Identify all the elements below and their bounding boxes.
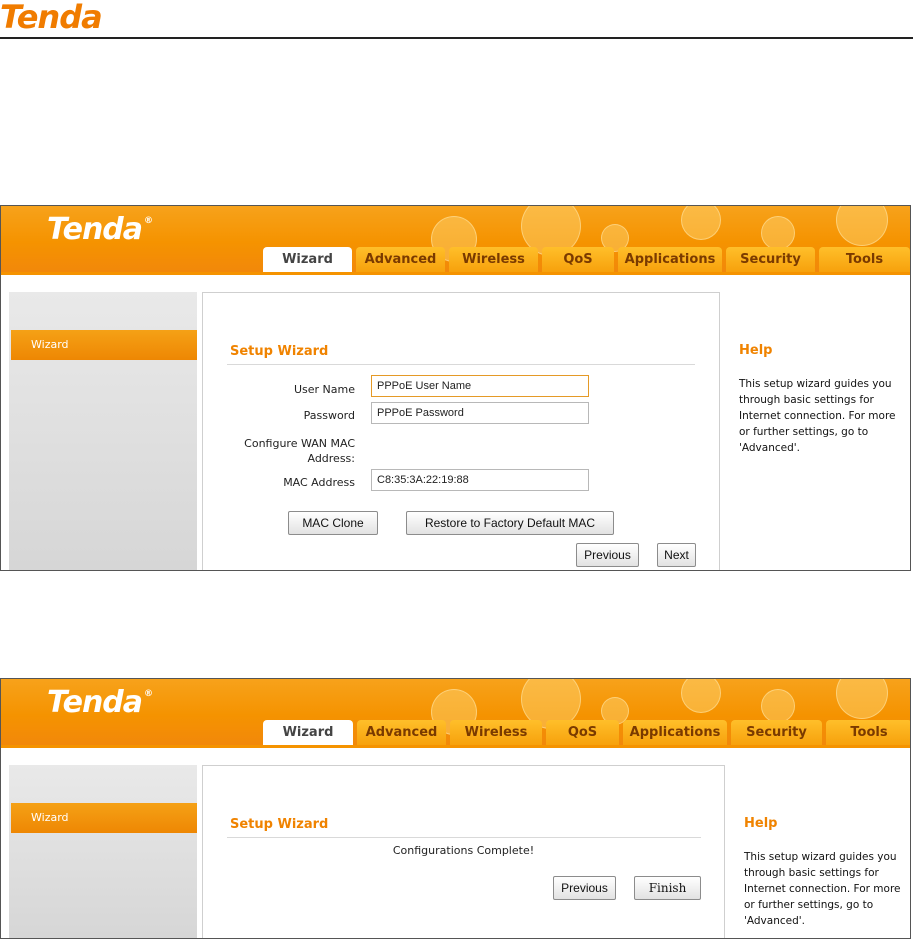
router-wizard-screen-2: Tenda ® Wizard Advanced Wireless QoS Appl… — [0, 678, 911, 939]
tenda-logo: Tenda ® — [47, 685, 153, 720]
banner-bubble-decoration — [836, 679, 888, 719]
main-content: Setup Wizard User Name PPPoE User Name P… — [202, 292, 720, 570]
next-button[interactable]: Next — [657, 543, 696, 567]
configure-wan-mac-label: Configure WAN MAC Address: — [203, 436, 355, 466]
help-title: Help — [744, 816, 778, 831]
configure-wan-mac-label-line2: Address: — [307, 452, 355, 465]
sidebar-item-wizard[interactable]: Wizard — [11, 803, 197, 833]
mac-address-input[interactable]: C8:35:3A:22:19:88 — [371, 469, 589, 491]
tenda-logo: Tenda ® — [47, 212, 153, 247]
restore-factory-mac-button[interactable]: Restore to Factory Default MAC — [406, 511, 614, 535]
help-title: Help — [739, 343, 773, 358]
main-tabs: Wizard Advanced Wireless QoS Application… — [263, 247, 910, 272]
tab-applications[interactable]: Applications — [618, 247, 722, 272]
banner-bubble-decoration — [836, 206, 888, 246]
tab-applications[interactable]: Applications — [623, 720, 727, 745]
help-panel: Help This setup wizard guides you throug… — [720, 292, 910, 570]
tab-qos[interactable]: QoS — [546, 720, 619, 745]
banner-underline — [1, 272, 910, 275]
help-text: This setup wizard guides you through bas… — [744, 851, 901, 927]
mac-address-label: MAC Address — [283, 476, 355, 489]
tab-tools[interactable]: Tools — [819, 247, 910, 272]
tab-wireless[interactable]: Wireless — [450, 720, 542, 745]
section-divider — [227, 364, 695, 365]
configurations-complete-message: Configurations Complete! — [392, 844, 535, 857]
tab-wizard[interactable]: Wizard — [263, 247, 352, 272]
header-banner: Tenda ® Wizard Advanced Wireless QoS Appl… — [1, 206, 910, 272]
help-text: This setup wizard guides you through bas… — [739, 378, 896, 454]
document-logo: Tenda — [0, 0, 103, 36]
header-banner: Tenda ® Wizard Advanced Wireless QoS Appl… — [1, 679, 910, 745]
sidebar: Wizard — [9, 765, 197, 938]
banner-bubble-decoration — [681, 679, 721, 713]
banner-bubble-decoration — [761, 216, 795, 250]
main-tabs: Wizard Advanced Wireless QoS Application… — [263, 720, 910, 745]
section-title: Setup Wizard — [230, 344, 329, 359]
sidebar-item-wizard[interactable]: Wizard — [11, 330, 197, 360]
main-content: Setup Wizard Configurations Complete! Pr… — [202, 765, 725, 938]
tab-security[interactable]: Security — [731, 720, 822, 745]
previous-button[interactable]: Previous — [553, 876, 616, 900]
document-header-rule — [0, 37, 913, 39]
user-name-label: User Name — [293, 383, 355, 396]
configure-wan-mac-label-line1: Configure WAN MAC — [244, 437, 355, 450]
tab-tools[interactable]: Tools — [826, 720, 910, 745]
router-wizard-screen-1: Tenda ® Wizard Advanced Wireless QoS Appl… — [0, 205, 911, 571]
sidebar: Wizard — [9, 292, 197, 570]
tab-wireless[interactable]: Wireless — [449, 247, 538, 272]
finish-button[interactable]: Finish — [634, 876, 701, 900]
mac-clone-button[interactable]: MAC Clone — [288, 511, 378, 535]
tab-wizard[interactable]: Wizard — [263, 720, 353, 745]
tab-advanced[interactable]: Advanced — [356, 247, 445, 272]
tab-security[interactable]: Security — [726, 247, 815, 272]
banner-underline — [1, 745, 910, 748]
tab-advanced[interactable]: Advanced — [357, 720, 446, 745]
password-input[interactable]: PPPoE Password — [371, 402, 589, 424]
section-divider — [227, 837, 701, 838]
user-name-input[interactable]: PPPoE User Name — [371, 375, 589, 397]
section-title: Setup Wizard — [230, 817, 329, 832]
password-label: Password — [303, 409, 355, 422]
banner-bubble-decoration — [681, 206, 721, 240]
tab-qos[interactable]: QoS — [542, 247, 614, 272]
help-panel: Help This setup wizard guides you throug… — [725, 765, 910, 938]
previous-button[interactable]: Previous — [576, 543, 639, 567]
banner-bubble-decoration — [761, 689, 795, 723]
